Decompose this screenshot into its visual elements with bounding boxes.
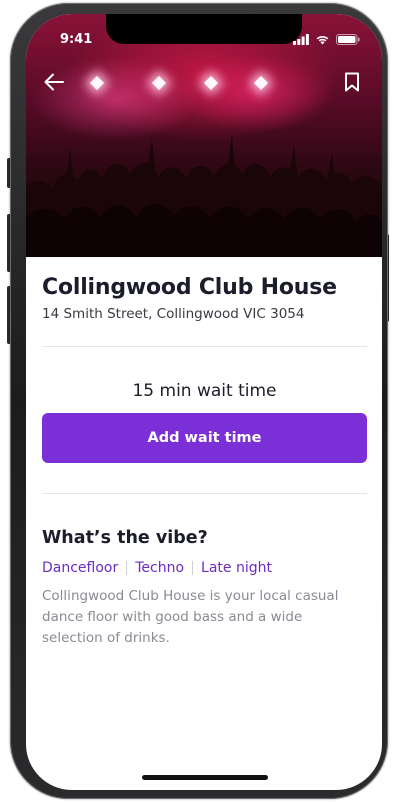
vibe-description: Collingwood Club House is your local cas…	[42, 588, 339, 646]
stage-light	[151, 75, 167, 91]
notch	[106, 14, 302, 44]
status-time: 9:41	[60, 32, 93, 47]
phone-screen: 9:41 Collingwood Club House 14 Smith Str…	[26, 14, 382, 790]
stage-light	[203, 75, 219, 91]
divider	[42, 493, 367, 494]
venue-details: Collingwood Club House 14 Smith Street, …	[42, 257, 367, 649]
stage: 9:41 Collingwood Club House 14 Smith Str…	[0, 0, 394, 802]
add-wait-time-button[interactable]: Add wait time	[42, 413, 367, 463]
bookmark-button[interactable]	[338, 68, 366, 96]
vibe-tags: Dancefloor Techno Late night	[42, 560, 367, 576]
home-indicator[interactable]	[142, 775, 268, 780]
wifi-icon	[316, 36, 329, 45]
stage-light	[253, 75, 269, 91]
arrow-left-icon	[44, 73, 64, 91]
signal-icon	[293, 34, 309, 45]
tag-dancefloor[interactable]: Dancefloor	[42, 560, 118, 576]
vibe-heading: What’s the vibe?	[42, 528, 208, 548]
crowd-silhouette	[26, 135, 382, 257]
venue-hero-image	[26, 14, 382, 257]
status-icons	[293, 34, 360, 45]
tag-late-night[interactable]: Late night	[201, 560, 272, 576]
tag-separator	[192, 561, 194, 575]
tag-techno[interactable]: Techno	[135, 560, 184, 576]
back-button[interactable]	[40, 68, 68, 96]
tag-separator	[126, 561, 128, 575]
wait-time-text: 15 min wait time	[132, 381, 277, 401]
divider	[42, 346, 367, 347]
bookmark-icon	[345, 72, 359, 92]
venue-title: Collingwood Club House	[42, 275, 337, 300]
battery-icon	[336, 34, 360, 45]
stage-light	[89, 75, 105, 91]
venue-address: 14 Smith Street, Collingwood VIC 3054	[42, 306, 305, 322]
